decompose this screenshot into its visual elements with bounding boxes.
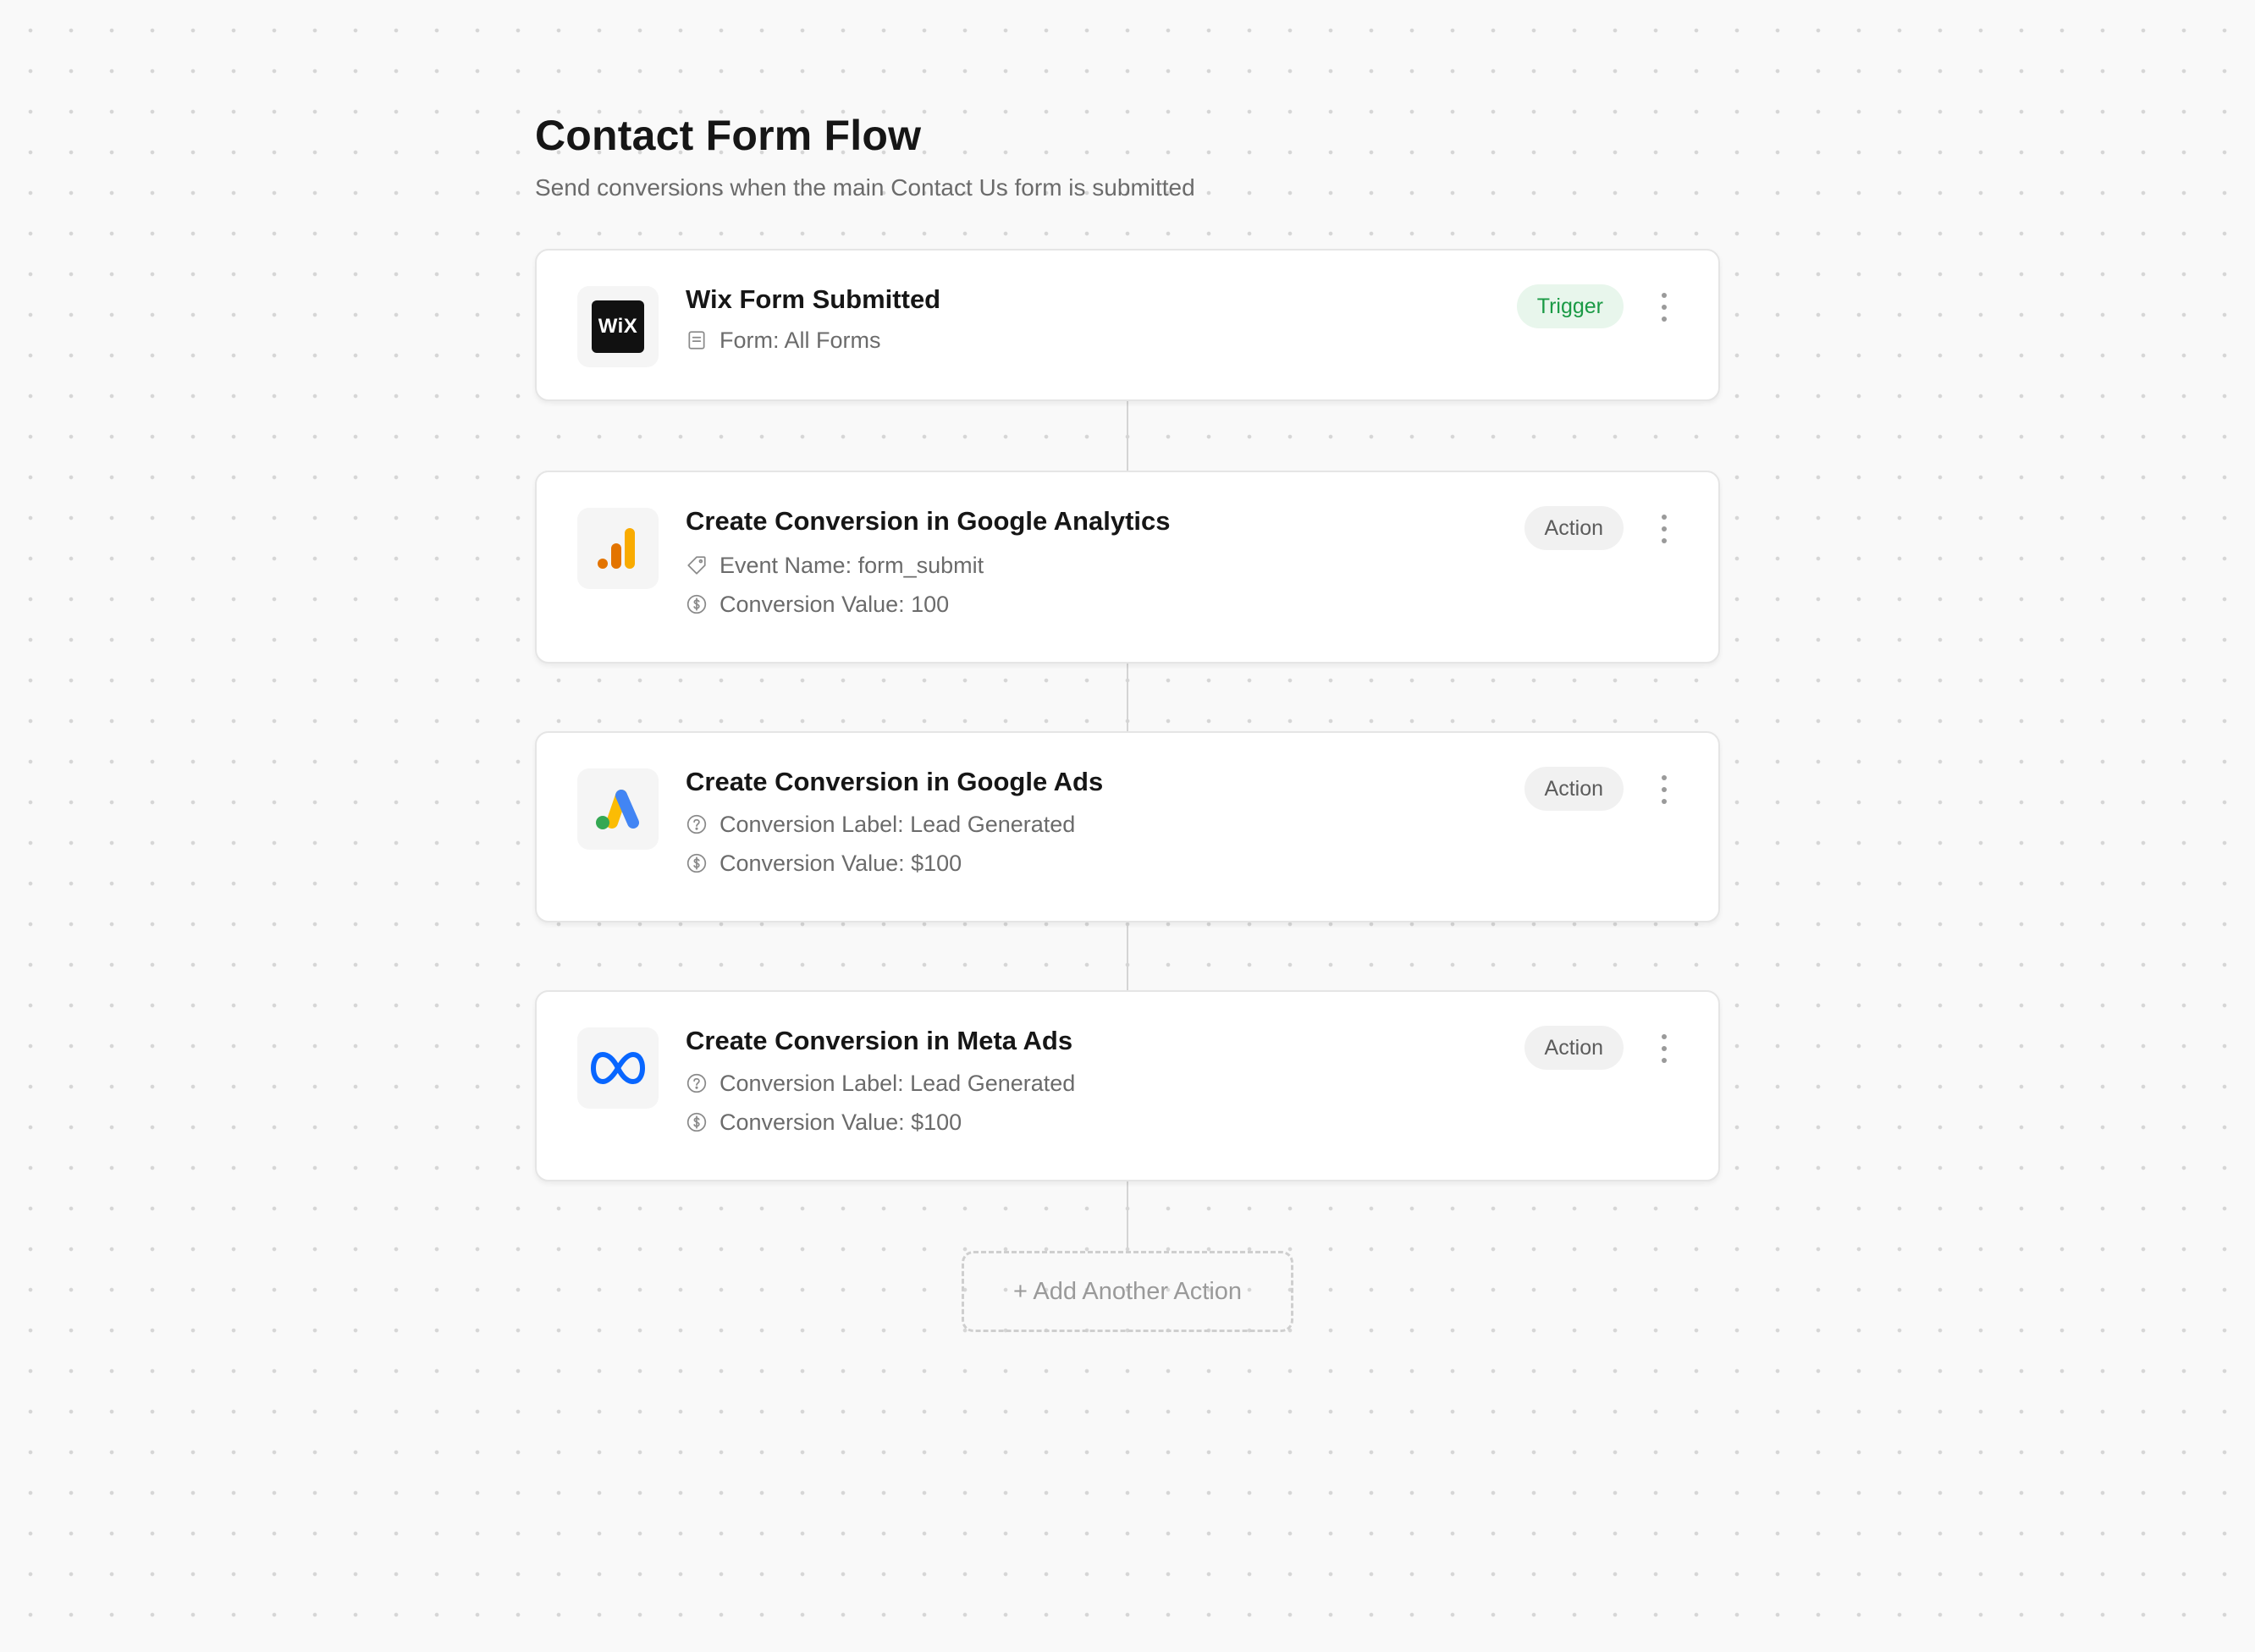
action-badge: Action <box>1524 506 1624 550</box>
detail-row: Conversion Value: $100 <box>686 1107 1678 1137</box>
question-circle-icon <box>686 813 708 835</box>
more-options-icon[interactable] <box>1656 775 1673 804</box>
flow-container: Contact Form Flow Send conversions when … <box>535 108 1720 1332</box>
question-circle-icon <box>686 1072 708 1094</box>
detail-row: Form: All Forms <box>686 325 1678 355</box>
detail-text: Conversion Value: $100 <box>720 1110 962 1135</box>
dollar-circle-icon <box>686 1111 708 1133</box>
google-ads-logo-icon <box>577 768 659 850</box>
add-action-wrapper: + Add Another Action <box>535 1251 1720 1332</box>
dollar-circle-icon <box>686 852 708 874</box>
google-analytics-logo-icon <box>577 508 659 589</box>
action-card-meta-ads[interactable]: Create Conversion in Meta Ads Conversion… <box>535 990 1720 1181</box>
detail-row: Conversion Label: Lead Generated <box>686 1068 1678 1099</box>
detail-text: Conversion Label: Lead Generated <box>720 1071 1076 1096</box>
action-card-google-analytics[interactable]: Create Conversion in Google Analytics Ev… <box>535 471 1720 664</box>
flow-steps: WiX Wix Form Submitted Form: All Forms T… <box>535 249 1720 1332</box>
page-subtitle: Send conversions when the main Contact U… <box>535 174 1195 201</box>
detail-row: Conversion Value: 100 <box>686 589 1678 620</box>
dollar-circle-icon <box>686 593 708 615</box>
wix-logo-text: WiX <box>592 300 644 353</box>
meta-logo-icon <box>577 1027 659 1109</box>
detail-text: Conversion Value: 100 <box>720 592 950 617</box>
detail-text: Form: All Forms <box>720 328 881 353</box>
detail-row: Event Name: form_submit <box>686 550 1678 581</box>
connector-line <box>1127 401 1128 471</box>
action-badge: Action <box>1524 1026 1624 1070</box>
detail-row: Conversion Value: $100 <box>686 848 1678 878</box>
form-icon <box>686 329 708 351</box>
trigger-badge: Trigger <box>1516 284 1624 328</box>
action-badge: Action <box>1524 767 1624 811</box>
detail-text: Conversion Value: $100 <box>720 851 962 876</box>
wix-logo-icon: WiX <box>577 286 659 367</box>
tag-icon <box>686 554 708 576</box>
action-card-google-ads[interactable]: Create Conversion in Google Ads Conversi… <box>535 731 1720 922</box>
connector-line <box>1127 664 1128 731</box>
connector-line <box>1127 1181 1128 1251</box>
detail-text: Conversion Label: Lead Generated <box>720 812 1076 837</box>
more-options-icon[interactable] <box>1656 293 1673 322</box>
page-title: Contact Form Flow <box>535 112 922 159</box>
detail-text: Event Name: form_submit <box>720 553 984 578</box>
connector-line <box>1127 922 1128 990</box>
trigger-card-wix[interactable]: WiX Wix Form Submitted Form: All Forms T… <box>535 249 1720 401</box>
add-another-action-button[interactable]: + Add Another Action <box>962 1251 1293 1332</box>
more-options-icon[interactable] <box>1656 1034 1673 1063</box>
detail-row: Conversion Label: Lead Generated <box>686 809 1678 840</box>
more-options-icon[interactable] <box>1656 515 1673 543</box>
